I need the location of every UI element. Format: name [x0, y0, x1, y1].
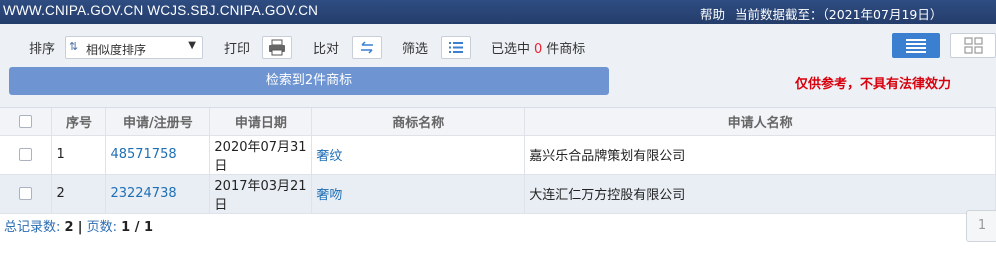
row-index: 1 [51, 135, 107, 175]
row-checkbox[interactable] [19, 187, 33, 200]
header-reg-no: 申请/注册号 [105, 108, 211, 136]
total-count: 2 [64, 220, 74, 235]
header-applicant: 申请人名称 [524, 108, 996, 136]
row-mark-cell: 奢吻 [311, 174, 526, 214]
grid-view-icon [964, 37, 983, 54]
compare-arrows-icon [361, 41, 373, 54]
table-header-row: 序号 申请/注册号 申请日期 商标名称 申请人名称 [0, 108, 996, 136]
top-header-bar: WWW.CNIPA.GOV.CN WCJS.SBJ.CNIPA.GOV.CN 帮… [0, 0, 996, 24]
sort-label: 排序 [29, 42, 56, 57]
mark-name-link[interactable]: 奢吻 [316, 188, 342, 203]
data-as-of-date: 当前数据截至：（2021年07月19日） [735, 7, 943, 22]
row-date: 2017年03月21日 [209, 174, 313, 214]
disclaimer-text: 仅供参考，不具有法律效力 [795, 77, 952, 92]
selected-suffix: 件商标 [546, 42, 586, 57]
row-applicant: 大连汇仁万方控股有限公司 [524, 174, 996, 214]
row-reg-no-cell: 23224738 [105, 174, 211, 214]
sort-select[interactable]: ⇅ 相似度排序 ▼ [65, 36, 203, 59]
list-view-button[interactable] [892, 33, 940, 58]
printer-icon [269, 39, 285, 56]
header-date: 申请日期 [209, 108, 313, 136]
table-row: 1 48571758 2020年07月31日 奢纹 嘉兴乐合品牌策划有限公司 [0, 135, 996, 175]
results-summary: 总记录数: 2 | 页数: 1 / 1 [4, 216, 153, 235]
chevron-down-icon: ▼ [188, 40, 196, 51]
row-index: 2 [51, 174, 107, 214]
table-row: 2 23224738 2017年03月21日 奢吻 大连汇仁万方控股有限公司 [0, 174, 996, 214]
selected-count-text: 已选中 0 件商标 [491, 38, 585, 57]
filter-button[interactable] [441, 36, 471, 59]
sort-arrows-icon: ⇅ [69, 40, 79, 53]
reg-no-link[interactable]: 48571758 [110, 147, 176, 162]
row-applicant: 嘉兴乐合品牌策划有限公司 [524, 135, 996, 175]
mark-name-link[interactable]: 奢纹 [316, 149, 342, 164]
header-mark-name: 商标名称 [311, 108, 526, 136]
toolbar: 排序 ⇅ 相似度排序 ▼ 打印 比对 筛选 已选中 0 件商标 检索到2件商标 … [0, 24, 996, 108]
row-checkbox[interactable] [19, 148, 33, 161]
sort-select-value: 相似度排序 [86, 43, 147, 57]
list-view-icon [906, 39, 926, 53]
header-index: 序号 [51, 108, 107, 136]
select-all-header [0, 108, 53, 136]
selected-prefix: 已选中 [491, 42, 531, 57]
summary-separator: | [77, 220, 83, 235]
row-select-cell [0, 135, 53, 175]
select-all-checkbox[interactable] [19, 114, 33, 128]
search-result-bar[interactable]: 检索到2件商标 [9, 67, 609, 95]
pages-count: 1 / 1 [121, 220, 154, 235]
row-reg-no-cell: 48571758 [105, 135, 211, 175]
print-button[interactable] [262, 36, 292, 59]
results-table: 序号 申请/注册号 申请日期 商标名称 申请人名称 1 48571758 202… [0, 108, 996, 214]
row-date: 2020年07月31日 [209, 135, 313, 175]
help-link[interactable]: 帮助 [700, 4, 725, 23]
selected-count: 0 [534, 42, 543, 57]
list-filter-icon [449, 42, 463, 53]
total-label: 总记录数: [4, 220, 61, 235]
print-label: 打印 [224, 42, 251, 57]
filter-label: 筛选 [402, 42, 429, 57]
row-select-cell [0, 174, 53, 214]
pagination-page-button[interactable]: 1 [966, 210, 996, 242]
row-mark-cell: 奢纹 [311, 135, 526, 175]
site-urls: WWW.CNIPA.GOV.CN WCJS.SBJ.CNIPA.GOV.CN [3, 3, 319, 18]
reg-no-link[interactable]: 23224738 [110, 186, 176, 201]
compare-label: 比对 [313, 42, 340, 57]
pages-label: 页数: [86, 220, 117, 235]
compare-button[interactable] [352, 36, 382, 59]
grid-view-button[interactable] [950, 33, 996, 58]
